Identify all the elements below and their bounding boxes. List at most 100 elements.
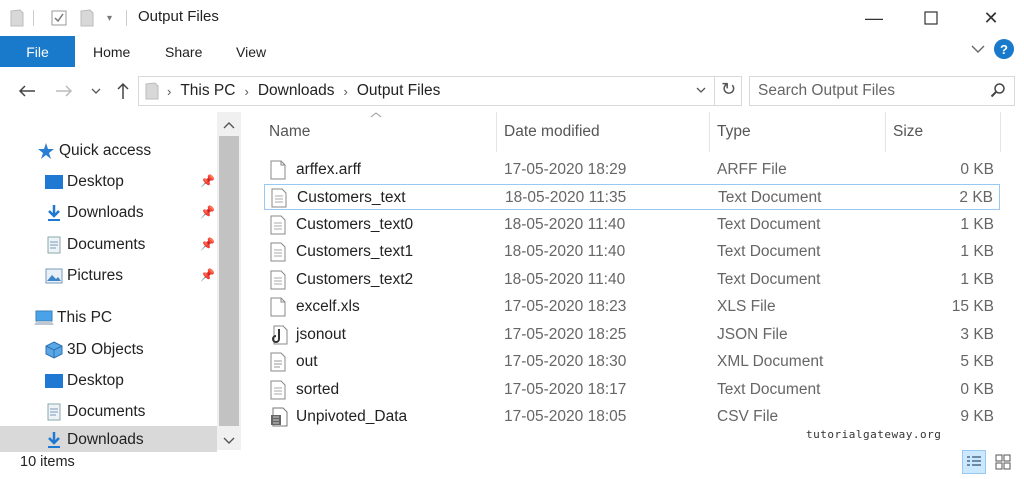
help-icon[interactable]: ? <box>994 39 1014 59</box>
search-input[interactable] <box>758 81 983 101</box>
chevron-right-icon[interactable]: › <box>244 84 248 99</box>
file-size: 5 KB <box>960 353 994 370</box>
text-file-icon <box>270 242 288 262</box>
table-row[interactable]: Unpivoted_Data 17-05-2020 18:05 CSV File… <box>264 404 1000 430</box>
table-row[interactable]: Customers_text 18-05-2020 11:35 Text Doc… <box>264 184 1000 210</box>
breadcrumb-this-pc[interactable]: This PC <box>180 82 235 100</box>
breadcrumb-output-files[interactable]: Output Files <box>357 82 441 100</box>
nav-item-documents-pc[interactable]: Documents <box>44 399 145 425</box>
address-dropdown-chevron-icon[interactable] <box>696 83 706 101</box>
file-type: CSV File <box>717 408 779 425</box>
details-view-icon[interactable] <box>962 450 986 474</box>
close-button[interactable]: ✕ <box>963 0 1019 36</box>
nav-item-this-pc[interactable]: This PC <box>34 305 112 331</box>
nav-item-label: This PC <box>57 309 113 326</box>
file-date: 17-05-2020 18:17 <box>504 381 627 398</box>
tab-home[interactable]: Home <box>93 36 130 67</box>
file-date: 17-05-2020 18:23 <box>504 298 627 315</box>
nav-item-desktop[interactable]: Desktop <box>44 169 124 195</box>
pictures-icon <box>44 267 64 285</box>
minimize-button[interactable]: — <box>846 0 902 36</box>
column-divider[interactable] <box>885 112 886 152</box>
file-name: Customers_text <box>297 189 406 206</box>
nav-item-desktop-pc[interactable]: Desktop <box>44 368 124 394</box>
tab-view[interactable]: View <box>236 36 266 67</box>
download-icon <box>44 204 64 222</box>
divider <box>126 8 127 28</box>
breadcrumb-downloads[interactable]: Downloads <box>258 82 335 100</box>
divider <box>33 8 34 28</box>
maximize-button[interactable] <box>903 0 959 36</box>
properties-icon[interactable] <box>50 8 68 28</box>
file-name: sorted <box>296 381 340 398</box>
nav-item-downloads-pc[interactable]: Downloads <box>0 426 217 452</box>
file-type: XLS File <box>717 298 776 315</box>
file-name: Customers_text2 <box>296 271 414 288</box>
column-divider[interactable] <box>496 112 497 152</box>
search-box[interactable] <box>749 76 1015 106</box>
nav-item-downloads[interactable]: Downloads <box>44 200 144 226</box>
nav-item-documents[interactable]: Documents <box>44 232 145 258</box>
nav-item-3d-objects[interactable]: 3D Objects <box>44 337 144 363</box>
nav-item-quick-access[interactable]: Quick access <box>36 138 151 164</box>
pin-icon[interactable]: 📌 <box>200 237 215 251</box>
table-row[interactable]: excelf.xls 17-05-2020 18:23 XLS File 15 … <box>264 294 1000 320</box>
column-header-size[interactable]: Size <box>893 120 923 144</box>
table-row[interactable]: sorted 17-05-2020 18:17 Text Document 0 … <box>264 377 1000 403</box>
nav-item-pictures[interactable]: Pictures <box>44 263 123 289</box>
file-date: 18-05-2020 11:40 <box>504 271 626 288</box>
table-row[interactable]: Customers_text1 18-05-2020 11:40 Text Do… <box>264 239 1000 265</box>
scroll-up-chevron-icon[interactable] <box>223 116 235 133</box>
3d-objects-icon <box>44 341 64 359</box>
file-type: Text Document <box>717 243 821 260</box>
file-date: 17-05-2020 18:29 <box>504 161 627 178</box>
customize-quick-access-icon[interactable]: ▾ <box>107 8 112 28</box>
table-row[interactable]: out 17-05-2020 18:30 XML Document 5 KB <box>264 349 1000 375</box>
text-file-icon <box>270 270 288 290</box>
search-icon[interactable] <box>990 82 1006 102</box>
file-type: Text Document <box>717 271 821 288</box>
column-header-name[interactable]: Name <box>269 120 310 144</box>
chevron-right-icon[interactable]: › <box>344 84 348 99</box>
column-divider[interactable] <box>1000 112 1001 152</box>
table-row[interactable]: arffex.arff 17-05-2020 18:29 ARFF File 0… <box>264 157 1000 183</box>
tab-share[interactable]: Share <box>165 36 202 67</box>
pin-icon[interactable]: 📌 <box>200 205 215 219</box>
refresh-icon[interactable]: ↻ <box>721 79 736 100</box>
divider <box>714 77 715 105</box>
nav-scrollbar-thumb[interactable] <box>219 136 239 426</box>
nav-item-label: Downloads <box>67 204 144 221</box>
chevron-right-icon[interactable]: › <box>167 84 171 99</box>
new-folder-icon[interactable] <box>80 8 94 28</box>
file-size: 9 KB <box>960 408 994 425</box>
pin-icon[interactable]: 📌 <box>200 174 215 188</box>
scroll-down-chevron-icon[interactable] <box>223 432 235 449</box>
nav-item-label: Desktop <box>67 173 124 190</box>
large-icons-view-icon[interactable] <box>991 450 1015 474</box>
address-bar[interactable]: › This PC › Downloads › Output Files ↻ <box>138 76 742 106</box>
nav-item-label: Documents <box>67 236 146 253</box>
text-file-icon <box>270 380 288 400</box>
up-arrow-icon[interactable] <box>113 80 133 102</box>
table-row[interactable]: Customers_text0 18-05-2020 11:40 Text Do… <box>264 212 1000 238</box>
file-type: XML Document <box>717 353 824 370</box>
file-size: 1 KB <box>960 243 994 260</box>
file-date: 17-05-2020 18:25 <box>504 326 627 343</box>
tab-file[interactable]: File <box>0 36 75 67</box>
table-row[interactable]: Customers_text2 18-05-2020 11:40 Text Do… <box>264 267 1000 293</box>
forward-arrow-icon[interactable] <box>53 80 75 102</box>
table-row[interactable]: jsonout 17-05-2020 18:25 JSON File 3 KB <box>264 322 1000 348</box>
column-header-type[interactable]: Type <box>717 120 751 144</box>
file-type: Text Document <box>717 216 821 233</box>
text-file-icon <box>271 188 289 208</box>
expand-ribbon-chevron-icon[interactable] <box>970 42 986 59</box>
back-arrow-icon[interactable] <box>16 80 38 102</box>
pin-icon[interactable]: 📌 <box>200 268 215 282</box>
folder-icon <box>145 82 159 104</box>
column-divider[interactable] <box>709 112 710 152</box>
ribbon <box>0 36 1024 68</box>
documents-icon <box>44 236 64 254</box>
sort-ascending-icon <box>370 110 382 121</box>
column-header-date[interactable]: Date modified <box>504 120 600 144</box>
recent-locations-chevron-icon[interactable] <box>88 80 104 102</box>
